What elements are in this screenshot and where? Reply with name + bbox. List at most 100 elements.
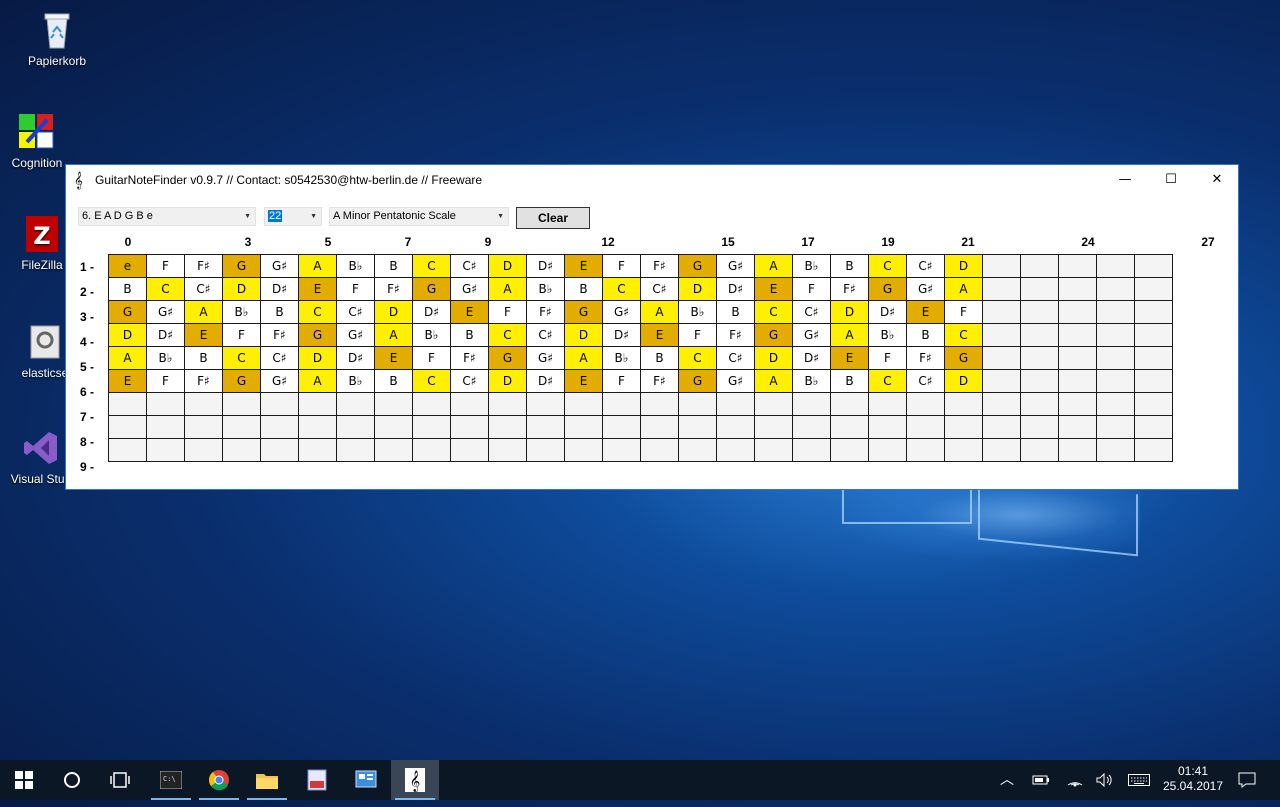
note-cell[interactable]: B♭ [792, 254, 831, 278]
note-cell[interactable]: F [602, 254, 641, 278]
note-cell-root[interactable]: E [564, 369, 603, 393]
empty-cell[interactable] [184, 415, 223, 439]
empty-cell[interactable] [944, 392, 983, 416]
empty-cell[interactable] [260, 392, 299, 416]
empty-cell[interactable] [792, 392, 831, 416]
note-cell-root[interactable]: E [450, 300, 489, 324]
empty-cell[interactable] [1096, 415, 1135, 439]
empty-cell[interactable] [146, 438, 185, 462]
empty-cell[interactable] [640, 415, 679, 439]
note-cell[interactable]: F♯ [830, 277, 869, 301]
note-cell[interactable]: G♯ [260, 369, 299, 393]
note-cell[interactable]: F [222, 323, 261, 347]
task-view-button[interactable] [96, 760, 144, 800]
note-cell-scale[interactable]: D [298, 346, 337, 370]
note-cell-scale[interactable]: C [412, 254, 451, 278]
empty-cell[interactable] [1020, 323, 1059, 347]
note-cell[interactable]: B [374, 254, 413, 278]
empty-cell[interactable] [108, 415, 147, 439]
note-cell[interactable]: B [830, 369, 869, 393]
note-cell[interactable]: C♯ [716, 346, 755, 370]
note-cell[interactable]: G♯ [336, 323, 375, 347]
empty-cell[interactable] [1096, 346, 1135, 370]
note-cell[interactable]: F♯ [640, 369, 679, 393]
note-cell-root[interactable]: G [754, 323, 793, 347]
note-cell[interactable]: F [336, 277, 375, 301]
note-cell[interactable]: F♯ [184, 254, 223, 278]
note-cell[interactable]: D♯ [412, 300, 451, 324]
note-cell[interactable]: G♯ [906, 277, 945, 301]
note-cell[interactable]: F [146, 369, 185, 393]
empty-cell[interactable] [1020, 346, 1059, 370]
empty-cell[interactable] [488, 392, 527, 416]
empty-cell[interactable] [1058, 300, 1097, 324]
note-cell-scale[interactable]: C [944, 323, 983, 347]
note-cell[interactable]: C♯ [450, 254, 489, 278]
note-cell[interactable]: D♯ [146, 323, 185, 347]
note-cell-root[interactable]: E [906, 300, 945, 324]
note-cell[interactable]: B [108, 277, 147, 301]
empty-cell[interactable] [222, 415, 261, 439]
note-cell-scale[interactable]: D [944, 369, 983, 393]
note-cell-scale[interactable]: D [488, 369, 527, 393]
note-cell-scale[interactable]: C [678, 346, 717, 370]
empty-cell[interactable] [678, 438, 717, 462]
note-cell-scale[interactable]: A [184, 300, 223, 324]
empty-cell[interactable] [1134, 277, 1173, 301]
note-cell[interactable]: G♯ [146, 300, 185, 324]
note-cell-root[interactable]: G [222, 369, 261, 393]
note-cell-scale[interactable]: D [108, 323, 147, 347]
empty-cell[interactable] [602, 415, 641, 439]
note-cell[interactable]: B [450, 323, 489, 347]
note-cell[interactable]: G♯ [260, 254, 299, 278]
empty-cell[interactable] [906, 392, 945, 416]
empty-cell[interactable] [1020, 277, 1059, 301]
empty-cell[interactable] [982, 346, 1021, 370]
taskbar-clock[interactable]: 01:41 25.04.2017 [1160, 764, 1226, 794]
empty-cell[interactable] [526, 415, 565, 439]
note-cell[interactable]: B♭ [602, 346, 641, 370]
chevron-up-icon[interactable]: ︿ [1000, 760, 1014, 800]
empty-cell[interactable] [868, 438, 907, 462]
note-cell-scale[interactable]: C [868, 254, 907, 278]
note-cell[interactable]: C♯ [260, 346, 299, 370]
note-cell-root[interactable]: G [222, 254, 261, 278]
empty-cell[interactable] [1134, 392, 1173, 416]
note-cell[interactable]: B♭ [792, 369, 831, 393]
note-cell[interactable]: B [374, 369, 413, 393]
empty-cell[interactable] [906, 415, 945, 439]
scale-select[interactable]: A Minor Pentatonic Scale ▼ [329, 207, 509, 226]
note-cell[interactable]: F♯ [906, 346, 945, 370]
note-cell-root[interactable]: E [754, 277, 793, 301]
note-cell[interactable]: G♯ [450, 277, 489, 301]
note-cell[interactable]: C♯ [450, 369, 489, 393]
note-cell[interactable]: B♭ [222, 300, 261, 324]
note-cell-scale[interactable]: A [640, 300, 679, 324]
empty-cell[interactable] [792, 415, 831, 439]
empty-cell[interactable] [754, 392, 793, 416]
empty-cell[interactable] [1058, 392, 1097, 416]
note-cell-scale[interactable]: A [298, 369, 337, 393]
empty-cell[interactable] [450, 392, 489, 416]
empty-cell[interactable] [982, 254, 1021, 278]
note-cell[interactable]: F [868, 346, 907, 370]
empty-cell[interactable] [982, 369, 1021, 393]
note-cell[interactable]: B♭ [336, 369, 375, 393]
note-cell-root[interactable]: E [184, 323, 223, 347]
frets-select[interactable]: 22 ▼ [264, 207, 322, 226]
empty-cell[interactable] [1058, 415, 1097, 439]
note-cell[interactable]: F [944, 300, 983, 324]
note-cell-root[interactable]: E [640, 323, 679, 347]
empty-cell[interactable] [982, 415, 1021, 439]
note-cell[interactable]: C♯ [906, 369, 945, 393]
note-cell[interactable]: B♭ [146, 346, 185, 370]
note-cell-root[interactable]: e [108, 254, 147, 278]
note-cell-scale[interactable]: A [944, 277, 983, 301]
note-cell[interactable]: D♯ [602, 323, 641, 347]
note-cell-root[interactable]: G [868, 277, 907, 301]
empty-cell[interactable] [412, 392, 451, 416]
empty-cell[interactable] [1096, 254, 1135, 278]
minimize-button[interactable]: — [1102, 165, 1148, 195]
note-cell[interactable]: B [716, 300, 755, 324]
note-cell[interactable]: G♯ [716, 369, 755, 393]
